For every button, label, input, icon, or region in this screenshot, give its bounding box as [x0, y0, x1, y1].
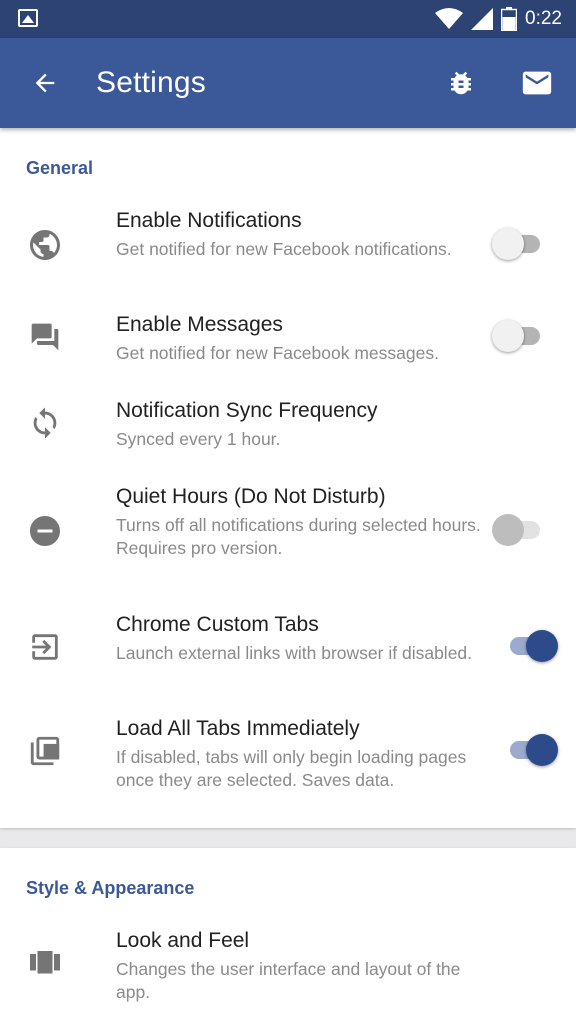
pref-title: Quiet Hours (Do Not Disturb): [116, 485, 386, 508]
wifi-icon: [435, 8, 464, 29]
general-section-card: General Enable Notifications Get notifie…: [0, 128, 576, 828]
exit-to-app-icon: [26, 628, 64, 666]
section-title-style-appearance: Style & Appearance: [26, 878, 195, 898]
pref-summary: Synced every 1 hour.: [116, 429, 281, 449]
pref-title: Look and Feel: [116, 929, 250, 952]
pref-title: Enable Notifications: [116, 209, 302, 232]
gallery-notification-icon: [18, 9, 38, 27]
page-title: Settings: [96, 66, 206, 99]
library-icon: [26, 732, 64, 770]
arrow-back-icon: [35, 73, 55, 93]
chat-icon: [26, 318, 64, 356]
pref-summary-pro-note: Requires pro version.: [116, 538, 283, 558]
pref-enable-messages[interactable]: Enable Messages Get notified for new Fac…: [0, 300, 576, 380]
battery-icon: [501, 7, 518, 31]
mail-icon: [522, 71, 552, 95]
pref-look-and-feel[interactable]: Look and Feel Changes the user interface…: [0, 916, 576, 1016]
load-all-tabs-switch[interactable]: [502, 732, 558, 768]
bug-icon: [451, 71, 471, 95]
app-bar: Settings: [0, 38, 576, 128]
pref-summary: Launch external links with browser if di…: [116, 643, 473, 663]
pref-quiet-hours[interactable]: Quiet Hours (Do Not Disturb) Turns off a…: [0, 472, 576, 590]
pref-summary: If disabled, tabs will only begin loadin…: [116, 747, 467, 790]
pref-summary: Get notified for new Facebook notificati…: [116, 239, 452, 259]
view-carousel-icon: [26, 944, 64, 982]
pref-load-all-tabs[interactable]: Load All Tabs Immediately If disabled, t…: [0, 704, 576, 804]
section-title-general: General: [26, 158, 94, 178]
pref-enable-notifications[interactable]: Enable Notifications Get notified for ne…: [0, 196, 576, 292]
status-bar: 0:22: [0, 0, 576, 38]
enable-notifications-switch[interactable]: [492, 226, 548, 262]
status-time: 0:22: [525, 8, 562, 29]
globe-icon: [26, 226, 64, 264]
quiet-hours-switch[interactable]: [492, 512, 548, 548]
sync-icon: [26, 404, 64, 442]
minus-circle-icon: [26, 512, 64, 550]
style-appearance-section-card: Style & Appearance Look and Feel Changes…: [0, 848, 576, 1024]
pref-notification-sync-frequency[interactable]: Notification Sync Frequency Synced every…: [0, 386, 576, 466]
pref-summary: Turns off all notifications during selec…: [116, 515, 481, 535]
pref-summary: Changes the user interface and layout of…: [116, 959, 461, 1002]
pref-title: Chrome Custom Tabs: [116, 613, 319, 636]
feedback-mail-button[interactable]: [514, 60, 560, 106]
chrome-custom-tabs-switch[interactable]: [502, 628, 558, 664]
pref-title: Notification Sync Frequency: [116, 399, 378, 422]
pref-chrome-custom-tabs[interactable]: Chrome Custom Tabs Launch external links…: [0, 600, 576, 696]
bug-report-button[interactable]: [438, 60, 484, 106]
enable-messages-switch[interactable]: [492, 318, 548, 354]
cell-signal-icon: [471, 8, 494, 30]
back-button[interactable]: [22, 60, 68, 106]
pref-title: Enable Messages: [116, 313, 283, 336]
pref-title: Load All Tabs Immediately: [116, 717, 360, 740]
pref-summary: Get notified for new Facebook messages.: [116, 343, 439, 363]
